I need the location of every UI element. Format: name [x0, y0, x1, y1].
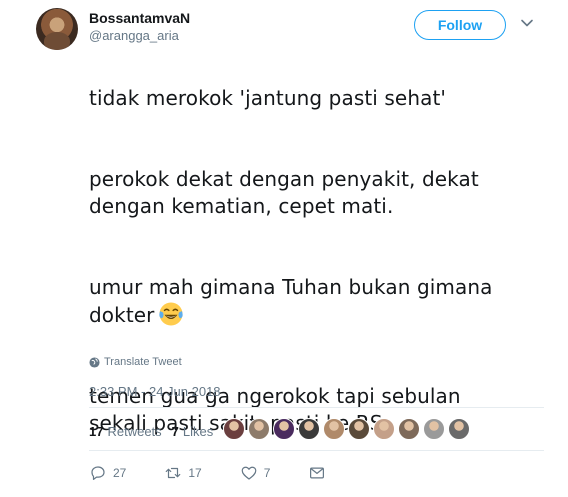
tweet-card: BossantamvaN @arangga_aria Follow tidak … [0, 0, 568, 497]
retweets-stat[interactable]: 17 Retweets [89, 424, 162, 439]
avatar[interactable] [36, 8, 78, 50]
retweet-button[interactable]: 17 [164, 464, 202, 482]
chevron-down-icon[interactable] [520, 16, 534, 30]
globe-icon [89, 356, 100, 368]
liker-avatar[interactable] [398, 418, 420, 440]
user-handle[interactable]: @arangga_aria [89, 28, 179, 43]
divider [89, 407, 544, 408]
follow-button[interactable]: Follow [414, 10, 506, 40]
tweet-paragraph: umur mah gimana Tuhan bukan gimana dokte… [89, 274, 549, 329]
retweet-icon [166, 467, 181, 479]
divider [89, 450, 544, 451]
likes-count: 7 [171, 424, 179, 439]
tweet-paragraph-text: umur mah gimana Tuhan bukan gimana dokte… [89, 275, 493, 327]
liker-avatar[interactable] [348, 418, 370, 440]
likes-label: Likes [182, 424, 214, 439]
liker-avatar[interactable] [373, 418, 395, 440]
direct-message-button[interactable] [308, 464, 326, 482]
reply-icon [91, 466, 105, 480]
heart-icon [241, 466, 257, 480]
reply-count: 27 [113, 466, 127, 480]
engagement-stats: 17 Retweets 7 Likes [89, 424, 223, 439]
liker-avatar[interactable] [448, 418, 470, 440]
liker-avatar[interactable] [423, 418, 445, 440]
tweet-actions: 27 17 7 [89, 464, 326, 482]
reply-button[interactable]: 27 [89, 464, 126, 482]
liker-avatar[interactable] [223, 418, 245, 440]
tweet-text: tidak merokok 'jantung pasti sehat' pero… [89, 58, 549, 464]
tweet-paragraph: perokok dekat dengan penyakit, dekat den… [89, 167, 479, 218]
liker-avatar[interactable] [323, 418, 345, 440]
retweet-count: 17 [188, 466, 202, 480]
liker-avatars [223, 418, 473, 440]
like-count: 7 [263, 466, 271, 480]
retweets-label: Retweets [107, 424, 162, 439]
like-button[interactable]: 7 [240, 464, 271, 482]
likes-stat[interactable]: 7 Likes [172, 424, 214, 439]
translate-label[interactable]: Translate Tweet [104, 356, 182, 368]
liker-avatar[interactable] [298, 418, 320, 440]
liker-avatar[interactable] [248, 418, 270, 440]
user-name[interactable]: BossantamvaN [89, 10, 190, 26]
retweets-count: 17 [89, 424, 104, 439]
liker-avatar[interactable] [273, 418, 295, 440]
envelope-icon [310, 467, 325, 479]
face-with-tears-of-joy-icon [159, 302, 184, 326]
timestamp[interactable]: 2:33 PM - 24 Jun 2018 [89, 384, 221, 399]
translate-tweet-link[interactable]: Translate Tweet [89, 356, 182, 368]
tweet-paragraph: tidak merokok 'jantung pasti sehat' [89, 86, 446, 110]
